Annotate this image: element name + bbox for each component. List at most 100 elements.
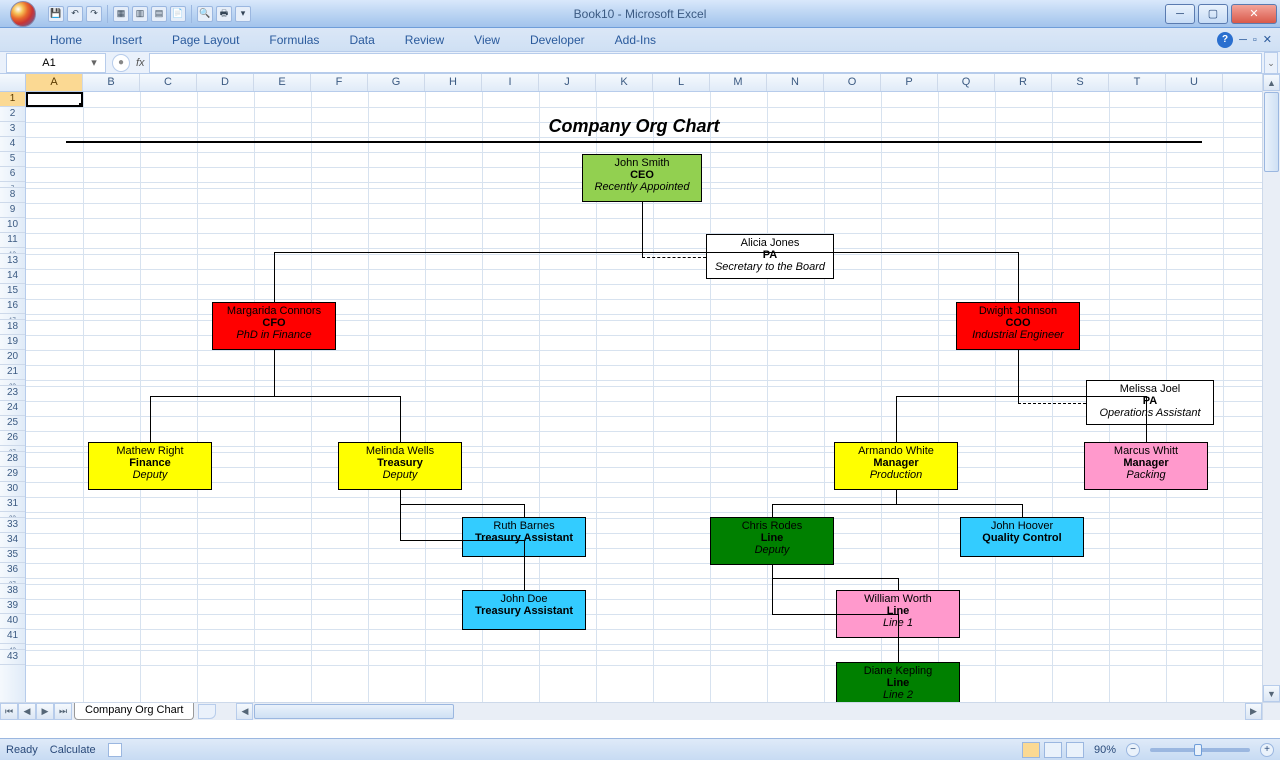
office-button[interactable] — [4, 0, 42, 28]
row-header[interactable]: 18 — [0, 320, 25, 335]
page-break-view-icon[interactable] — [1066, 742, 1084, 758]
row-header[interactable]: 15 — [0, 284, 25, 299]
tab-formulas[interactable]: Formulas — [263, 30, 325, 50]
row-header[interactable]: 14 — [0, 269, 25, 284]
row-header[interactable]: 38 — [0, 584, 25, 599]
row-header[interactable]: 31 — [0, 497, 25, 512]
org-node-fin[interactable]: Mathew RightFinanceDeputy — [88, 442, 212, 490]
scroll-left-icon[interactable]: ◀ — [236, 703, 253, 720]
undo-icon[interactable]: ↶ — [67, 6, 83, 22]
column-header[interactable]: U — [1166, 74, 1223, 91]
row-header[interactable]: 8 — [0, 188, 25, 203]
row-headers[interactable]: 1234567891011121314151617181920212223242… — [0, 92, 26, 702]
row-header[interactable]: 33 — [0, 518, 25, 533]
column-header[interactable]: A — [26, 74, 83, 91]
org-node-pa1[interactable]: Alicia JonesPASecretary to the Board — [706, 234, 834, 279]
help-icon[interactable]: ? — [1217, 32, 1233, 48]
org-node-mgrp[interactable]: Armando WhiteManagerProduction — [834, 442, 958, 490]
column-header[interactable]: E — [254, 74, 311, 91]
maximize-button[interactable]: ▢ — [1198, 4, 1228, 24]
row-header[interactable]: 28 — [0, 452, 25, 467]
row-header[interactable]: 6 — [0, 167, 25, 182]
column-header[interactable]: N — [767, 74, 824, 91]
row-header[interactable]: 24 — [0, 401, 25, 416]
column-header[interactable]: T — [1109, 74, 1166, 91]
last-sheet-icon[interactable]: ⏭ — [54, 703, 72, 720]
row-header[interactable]: 9 — [0, 203, 25, 218]
select-all-corner[interactable] — [0, 74, 26, 92]
tab-data[interactable]: Data — [343, 30, 380, 50]
column-header[interactable]: I — [482, 74, 539, 91]
name-box[interactable]: A1 ▾ — [6, 53, 106, 73]
qat-icon-2[interactable]: ▥ — [132, 6, 148, 22]
column-header[interactable]: B — [83, 74, 140, 91]
row-header[interactable]: 13 — [0, 254, 25, 269]
hscroll-thumb[interactable] — [254, 704, 454, 719]
minimize-button[interactable]: ─ — [1165, 4, 1195, 24]
org-node-pa2[interactable]: Melissa JoelPAOperations Assistant — [1086, 380, 1214, 425]
tab-home[interactable]: Home — [44, 30, 88, 50]
print-preview-icon[interactable]: 🔍 — [197, 6, 213, 22]
org-node-mgrk[interactable]: Marcus WhittManagerPacking — [1084, 442, 1208, 490]
column-header[interactable]: H — [425, 74, 482, 91]
column-header[interactable]: G — [368, 74, 425, 91]
tab-addins[interactable]: Add-Ins — [609, 30, 662, 50]
column-headers[interactable]: ABCDEFGHIJKLMNOPQRSTU — [26, 74, 1262, 92]
scroll-down-icon[interactable]: ▼ — [1263, 685, 1280, 702]
minimize-ribbon-icon[interactable]: ─ — [1239, 34, 1247, 46]
qat-icon-4[interactable]: 📄 — [170, 6, 186, 22]
print-icon[interactable]: 🖶 — [216, 6, 232, 22]
column-header[interactable]: M — [710, 74, 767, 91]
row-header[interactable]: 40 — [0, 614, 25, 629]
formula-input[interactable] — [149, 53, 1262, 73]
scroll-right-icon[interactable]: ▶ — [1245, 703, 1262, 720]
row-header[interactable]: 11 — [0, 233, 25, 248]
zoom-thumb[interactable] — [1194, 744, 1202, 756]
qat-icon-1[interactable]: ▦ — [113, 6, 129, 22]
row-header[interactable]: 20 — [0, 350, 25, 365]
row-header[interactable]: 2 — [0, 107, 25, 122]
row-header[interactable]: 23 — [0, 386, 25, 401]
first-sheet-icon[interactable]: ⏮ — [0, 703, 18, 720]
row-header[interactable]: 21 — [0, 365, 25, 380]
scroll-up-icon[interactable]: ▲ — [1263, 74, 1280, 91]
row-header[interactable]: 1 — [0, 92, 25, 107]
org-node-trs[interactable]: Melinda WellsTreasuryDeputy — [338, 442, 462, 490]
column-header[interactable]: D — [197, 74, 254, 91]
row-header[interactable]: 36 — [0, 563, 25, 578]
sheet-tab[interactable]: Company Org Chart — [74, 703, 194, 720]
new-sheet-icon[interactable] — [198, 704, 216, 719]
cancel-icon[interactable]: ● — [112, 54, 130, 72]
vertical-scrollbar[interactable]: ▲ ▼ — [1262, 74, 1280, 702]
restore-window-icon[interactable]: ▫ — [1253, 34, 1257, 46]
row-header[interactable]: 34 — [0, 533, 25, 548]
zoom-in-icon[interactable]: + — [1260, 743, 1274, 757]
tab-insert[interactable]: Insert — [106, 30, 148, 50]
org-node-qc[interactable]: John HooverQuality Control — [960, 517, 1084, 557]
close-workbook-icon[interactable]: ✕ — [1263, 33, 1272, 46]
org-node-ceo[interactable]: John SmithCEORecently Appointed — [582, 154, 702, 202]
column-header[interactable]: Q — [938, 74, 995, 91]
vscroll-thumb[interactable] — [1264, 92, 1279, 172]
row-header[interactable]: 41 — [0, 629, 25, 644]
prev-sheet-icon[interactable]: ◀ — [18, 703, 36, 720]
next-sheet-icon[interactable]: ▶ — [36, 703, 54, 720]
org-node-ta2[interactable]: John DoeTreasury Assistant — [462, 590, 586, 630]
tab-page-layout[interactable]: Page Layout — [166, 30, 245, 50]
column-header[interactable]: O — [824, 74, 881, 91]
zoom-out-icon[interactable]: − — [1126, 743, 1140, 757]
org-node-cfo[interactable]: Margarida ConnorsCFOPhD in Finance — [212, 302, 336, 350]
column-header[interactable]: K — [596, 74, 653, 91]
row-header[interactable]: 5 — [0, 152, 25, 167]
row-header[interactable]: 35 — [0, 548, 25, 563]
column-header[interactable]: C — [140, 74, 197, 91]
close-button[interactable]: ✕ — [1231, 4, 1277, 24]
fx-label[interactable]: fx — [136, 57, 145, 69]
tab-view[interactable]: View — [468, 30, 506, 50]
column-header[interactable]: R — [995, 74, 1052, 91]
row-header[interactable]: 16 — [0, 299, 25, 314]
column-header[interactable]: F — [311, 74, 368, 91]
column-header[interactable]: P — [881, 74, 938, 91]
redo-icon[interactable]: ↷ — [86, 6, 102, 22]
qat-icon-3[interactable]: ▤ — [151, 6, 167, 22]
